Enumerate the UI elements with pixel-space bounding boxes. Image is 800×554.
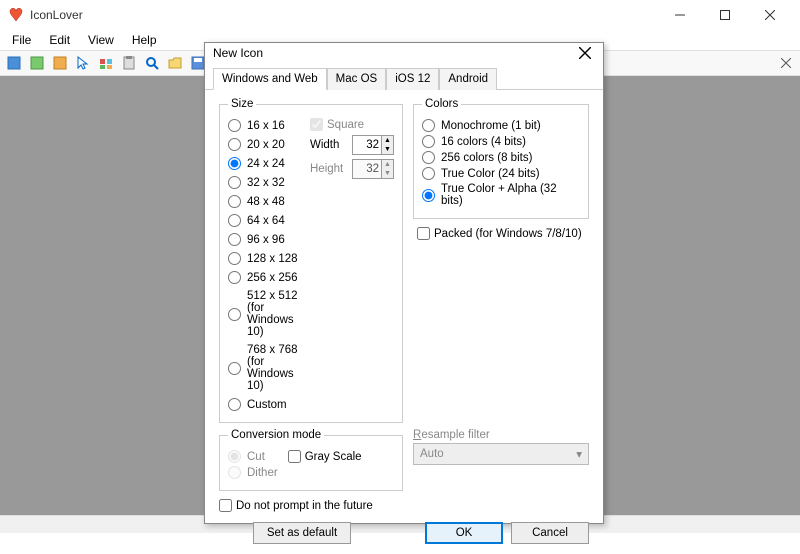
dialog-tabs: Windows and Web Mac OS iOS 12 Android — [205, 63, 603, 90]
new-icon-dialog: New Icon Windows and Web Mac OS iOS 12 A… — [204, 42, 604, 524]
height-spinner[interactable]: ▲▼ — [352, 159, 394, 179]
resample-select[interactable]: Auto ▾ — [413, 443, 589, 465]
app-icon — [8, 7, 24, 23]
width-label: Width — [310, 139, 348, 151]
dialog-close-button[interactable] — [575, 43, 595, 63]
packed-checkbox[interactable]: Packed (for Windows 7/8/10) — [417, 227, 589, 240]
menu-view[interactable]: View — [80, 31, 122, 49]
size-96[interactable]: 96 x 96 — [228, 233, 302, 246]
conversion-group: Conversion mode Cut Dither Gray Scale — [219, 429, 403, 491]
color-256[interactable]: 256 colors (8 bits) — [422, 151, 580, 164]
width-row: Width ▲▼ — [310, 135, 394, 155]
colors-group: Colors Monochrome (1 bit) 16 colors (4 b… — [413, 98, 589, 219]
size-16[interactable]: 16 x 16 — [228, 119, 302, 132]
color-alpha[interactable]: True Color + Alpha (32 bits) — [422, 183, 580, 207]
spin-down-icon[interactable]: ▼ — [382, 169, 393, 178]
size-32[interactable]: 32 x 32 — [228, 176, 302, 189]
chevron-down-icon: ▾ — [576, 447, 582, 461]
size-128[interactable]: 128 x 128 — [228, 252, 302, 265]
spin-down-icon[interactable]: ▼ — [382, 145, 393, 154]
toolbar-collection-icon[interactable] — [96, 53, 116, 73]
size-512[interactable]: 512 x 512 (for Windows 10) — [228, 290, 302, 338]
width-spinner[interactable]: ▲▼ — [352, 135, 394, 155]
size-64[interactable]: 64 x 64 — [228, 214, 302, 227]
size-custom[interactable]: Custom — [228, 398, 302, 411]
dialog-titlebar[interactable]: New Icon — [205, 43, 603, 63]
app-title: IconLover — [30, 8, 657, 22]
toolbar-open-icon[interactable] — [165, 53, 185, 73]
window-controls — [657, 0, 792, 30]
document-close-icon[interactable] — [776, 53, 796, 73]
menu-help[interactable]: Help — [124, 31, 165, 49]
size-768[interactable]: 768 x 768 (for Windows 10) — [228, 344, 302, 392]
size-24[interactable]: 24 x 24 — [228, 157, 302, 170]
ok-button[interactable]: OK — [425, 522, 503, 544]
size-20[interactable]: 20 x 20 — [228, 138, 302, 151]
close-button[interactable] — [747, 0, 792, 30]
width-input[interactable] — [353, 136, 381, 154]
height-row: Height ▲▼ — [310, 159, 394, 179]
grayscale-checkbox[interactable]: Gray Scale — [288, 450, 362, 463]
toolbar-new-image-icon[interactable] — [27, 53, 47, 73]
cancel-button[interactable]: Cancel — [511, 522, 589, 544]
size-256[interactable]: 256 x 256 — [228, 271, 302, 284]
conv-cut[interactable]: Cut — [228, 450, 278, 463]
spin-up-icon[interactable]: ▲ — [382, 160, 393, 169]
maximize-button[interactable] — [702, 0, 747, 30]
height-label: Height — [310, 163, 348, 175]
tab-macos[interactable]: Mac OS — [327, 68, 387, 90]
size-legend: Size — [228, 98, 256, 110]
conv-dither[interactable]: Dither — [228, 466, 278, 479]
main-titlebar: IconLover — [0, 0, 800, 30]
square-checkbox[interactable]: Square — [310, 118, 394, 131]
minimize-button[interactable] — [657, 0, 702, 30]
color-true[interactable]: True Color (24 bits) — [422, 167, 580, 180]
toolbar-paste-icon[interactable] — [119, 53, 139, 73]
tab-android[interactable]: Android — [439, 68, 497, 90]
size-48[interactable]: 48 x 48 — [228, 195, 302, 208]
conversion-legend: Conversion mode — [228, 429, 324, 441]
toolbar-search-icon[interactable] — [142, 53, 162, 73]
dialog-title: New Icon — [213, 46, 575, 60]
noprompt-checkbox[interactable]: Do not prompt in the future — [219, 499, 589, 512]
toolbar-new-library-icon[interactable] — [50, 53, 70, 73]
resample-label: Resample filter — [413, 429, 589, 441]
resample-value: Auto — [420, 448, 444, 460]
size-group: Size 16 x 16 20 x 20 24 x 24 32 x 32 48 … — [219, 98, 403, 423]
menu-edit[interactable]: Edit — [41, 31, 78, 49]
color-16[interactable]: 16 colors (4 bits) — [422, 135, 580, 148]
set-default-button[interactable]: Set as default — [253, 522, 351, 544]
tab-windows[interactable]: Windows and Web — [213, 68, 327, 90]
menu-file[interactable]: File — [4, 31, 39, 49]
height-input[interactable] — [353, 160, 381, 178]
color-mono[interactable]: Monochrome (1 bit) — [422, 119, 580, 132]
toolbar-cursor-icon[interactable] — [73, 53, 93, 73]
tab-ios[interactable]: iOS 12 — [386, 68, 439, 90]
spin-up-icon[interactable]: ▲ — [382, 136, 393, 145]
toolbar-new-icon[interactable] — [4, 53, 24, 73]
colors-legend: Colors — [422, 98, 461, 110]
